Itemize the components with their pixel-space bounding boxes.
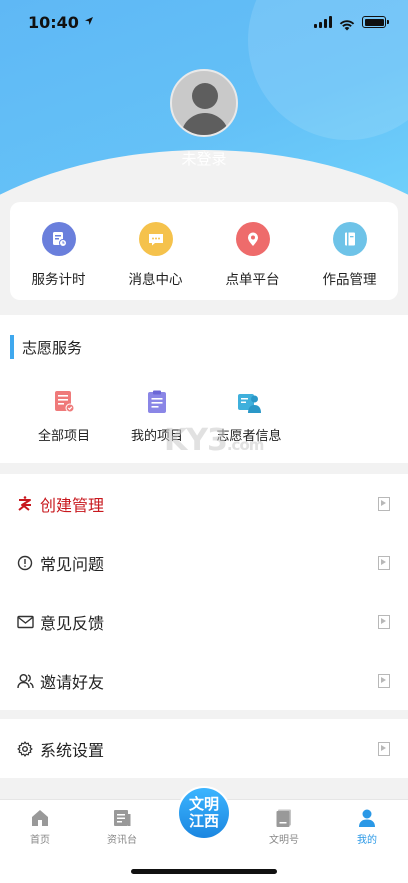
- tab-label: 首页: [30, 835, 50, 846]
- wenming-jiangxi-logo: 文明 江西: [179, 788, 229, 838]
- tab-wenming-jiangxi[interactable]: 文明 江西: [177, 786, 231, 840]
- chevron-right-icon: [378, 741, 390, 756]
- menu-group-main: 创建管理 常见问题 意见反馈 邀请好友: [0, 474, 408, 710]
- quick-label: 消息中心: [128, 272, 183, 288]
- message-icon: [138, 222, 173, 256]
- vol-label: 全部项目: [37, 429, 90, 444]
- timer-doc-icon: [41, 222, 76, 256]
- quick-service-timer[interactable]: 服务计时: [10, 202, 107, 300]
- quick-message-center[interactable]: 消息中心: [107, 202, 204, 300]
- chevron-right-icon: [378, 555, 390, 570]
- menu-invite-friend[interactable]: 邀请好友: [0, 651, 408, 710]
- quick-works-manage[interactable]: 作品管理: [301, 202, 398, 300]
- menu-label: 系统设置: [40, 740, 105, 760]
- news-icon: [114, 810, 131, 826]
- menu-label: 常见问题: [40, 554, 105, 574]
- quick-label: 点单平台: [225, 272, 280, 288]
- section-accent-bar: [10, 335, 14, 359]
- chevron-right-icon: [378, 614, 390, 629]
- book-icon: [332, 222, 367, 256]
- tab-label: 资讯台: [107, 835, 137, 846]
- watermark: KY3.com: [164, 423, 264, 458]
- document-icon: [276, 809, 291, 827]
- menu-feedback[interactable]: 意见反馈: [0, 592, 408, 651]
- battery-icon: [362, 16, 389, 28]
- project-list-icon: [55, 391, 75, 413]
- create-manage-icon: [16, 495, 34, 513]
- quick-order-platform[interactable]: 点单平台: [204, 202, 301, 300]
- location-arrow-icon: [84, 16, 94, 29]
- avatar[interactable]: [170, 69, 238, 137]
- menu-label: 创建管理: [40, 495, 105, 515]
- menu-system-settings[interactable]: 系统设置: [0, 719, 408, 778]
- volunteer-section: 志愿服务 全部项目 我的项目 志愿者信息 KY3.com: [0, 315, 408, 463]
- tab-label: 我的: [357, 835, 377, 846]
- menu-label: 邀请好友: [40, 672, 105, 692]
- menu-create-manage[interactable]: 创建管理: [0, 474, 408, 533]
- person-icon: [359, 809, 375, 827]
- invite-friend-icon: [16, 672, 34, 690]
- menu-group-settings: 系统设置: [0, 719, 408, 778]
- wifi-icon: [339, 16, 355, 31]
- quick-label: 作品管理: [322, 272, 377, 288]
- signal-icon: [314, 16, 332, 28]
- mail-icon: [16, 613, 34, 631]
- chevron-right-icon: [378, 496, 390, 511]
- status-bar: 10:40: [0, 0, 408, 44]
- quick-label: 服务计时: [31, 272, 86, 288]
- tab-home[interactable]: 首页: [0, 808, 80, 846]
- location-pin-icon: [235, 222, 270, 256]
- menu-label: 意见反馈: [40, 613, 105, 633]
- volunteer-title: 志愿服务: [10, 335, 82, 359]
- home-indicator: [131, 869, 277, 874]
- tab-label: 文明号: [269, 835, 299, 846]
- tab-news[interactable]: 资讯台: [82, 808, 162, 846]
- tab-wenming-hao[interactable]: 文明号: [244, 808, 324, 846]
- home-icon: [32, 810, 48, 826]
- menu-faq[interactable]: 常见问题: [0, 533, 408, 592]
- quick-actions-card: 服务计时 消息中心 点单平台 作品管理: [10, 202, 398, 300]
- login-status-text[interactable]: 未登录: [0, 148, 408, 169]
- status-time: 10:40: [28, 12, 79, 32]
- chevron-right-icon: [378, 673, 390, 688]
- vol-all-projects[interactable]: 全部项目: [19, 389, 109, 444]
- clipboard-icon: [148, 390, 166, 413]
- tab-mine[interactable]: 我的: [327, 808, 407, 846]
- volunteer-card-icon: [238, 394, 261, 413]
- gear-icon: [16, 740, 34, 758]
- section-title-text: 志愿服务: [22, 338, 83, 357]
- exclamation-circle-icon: [16, 554, 34, 572]
